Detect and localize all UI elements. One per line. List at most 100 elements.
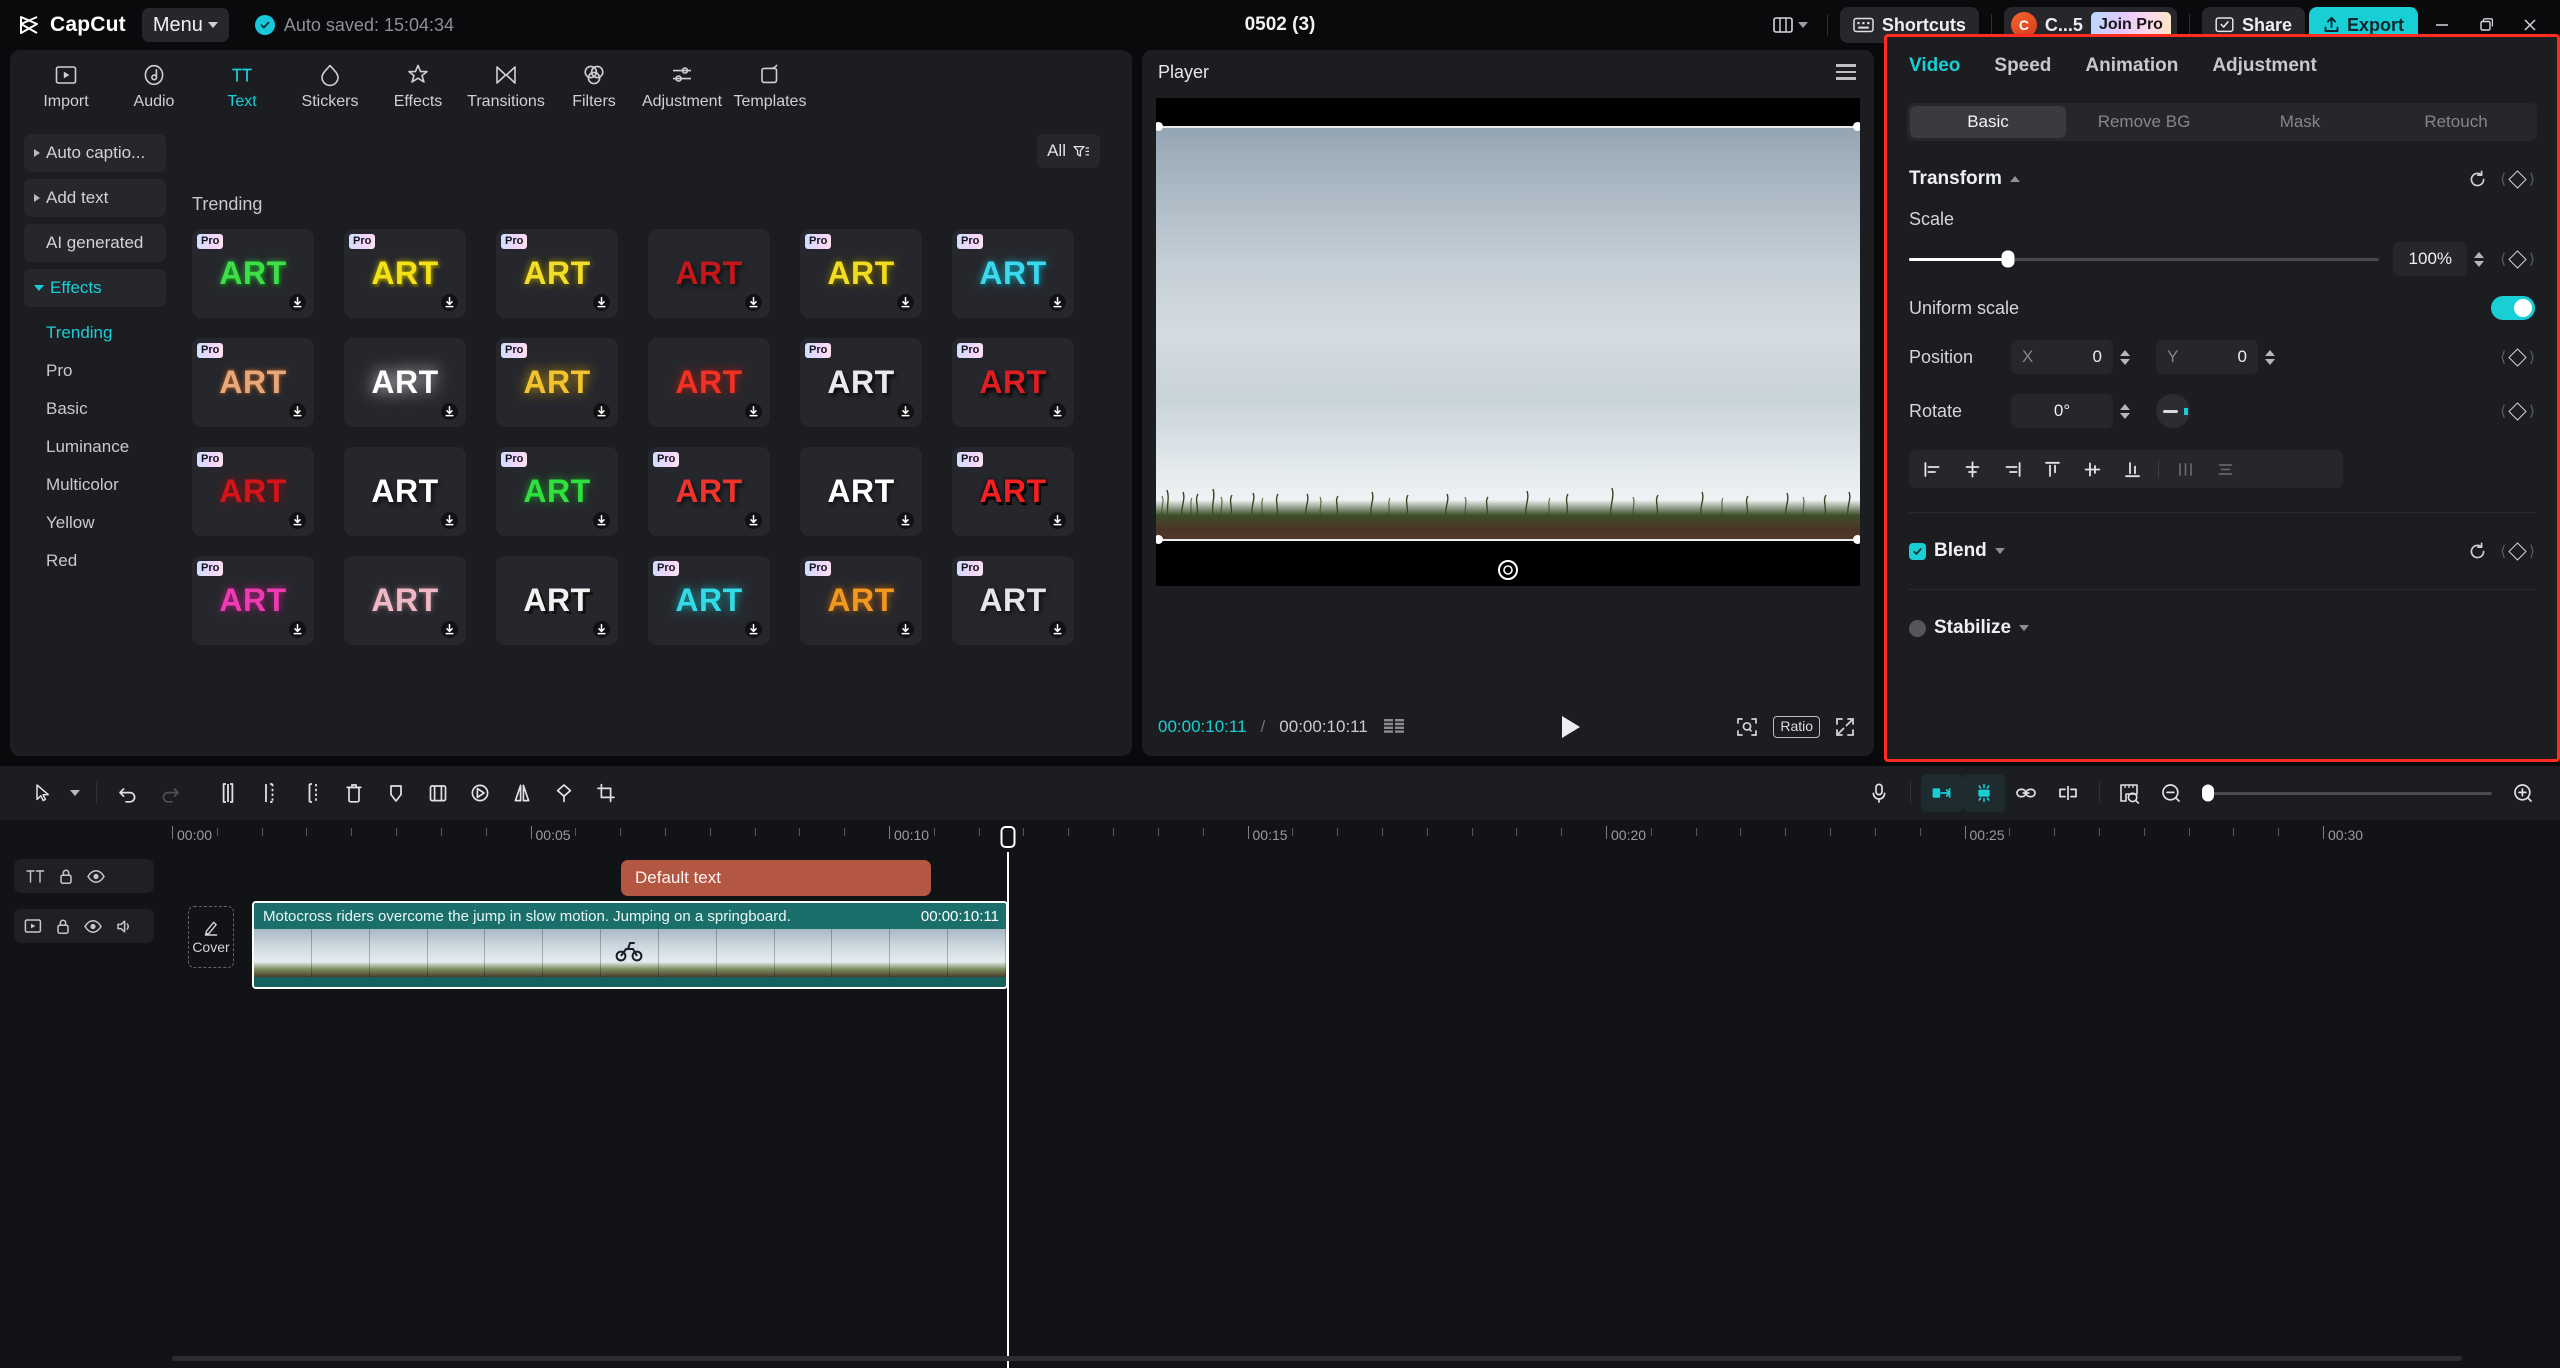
nav-tab-stickers[interactable]: Stickers — [286, 53, 374, 119]
keyframe-next-icon[interactable]: ⟩ — [2529, 402, 2535, 420]
subcategory-pro[interactable]: Pro — [24, 352, 166, 390]
text-effect-card[interactable]: ProART — [192, 447, 314, 536]
player-menu-icon[interactable] — [1836, 64, 1856, 80]
timeline-ruler[interactable]: 00:0000:0500:1000:1500:2000:2500:30 — [0, 820, 2560, 852]
nav-tab-transitions[interactable]: Transitions — [462, 53, 550, 119]
download-icon[interactable] — [593, 403, 610, 420]
blend-checkbox[interactable] — [1909, 543, 1926, 560]
text-effect-card[interactable]: ProART — [648, 556, 770, 645]
download-icon[interactable] — [593, 512, 610, 529]
subcategory-basic[interactable]: Basic — [24, 390, 166, 428]
microphone-icon[interactable] — [1858, 774, 1900, 812]
align-top-icon[interactable] — [2035, 454, 2069, 484]
download-icon[interactable] — [289, 512, 306, 529]
keyframe-prev-icon[interactable]: ⟨ — [2500, 402, 2506, 420]
stabilize-checkbox[interactable] — [1909, 620, 1926, 637]
selection-handle-top-right[interactable] — [1853, 122, 1860, 131]
nav-tab-audio[interactable]: Audio — [110, 53, 198, 119]
mirror-icon[interactable] — [417, 774, 459, 812]
download-icon[interactable] — [441, 512, 458, 529]
distribute-vertical-icon[interactable] — [2208, 454, 2242, 484]
position-x-input[interactable]: X 0 — [2011, 340, 2113, 374]
keyframe-next-icon[interactable]: ⟩ — [2529, 348, 2535, 366]
subcategory-luminance[interactable]: Luminance — [24, 428, 166, 466]
link-icon[interactable] — [2005, 774, 2047, 812]
download-icon[interactable] — [1049, 294, 1066, 311]
download-icon[interactable] — [1049, 512, 1066, 529]
scale-stepper[interactable] — [2474, 252, 2484, 267]
align-bottom-icon[interactable] — [2115, 454, 2149, 484]
text-effect-card[interactable]: ProART — [496, 338, 618, 427]
subcategory-yellow[interactable]: Yellow — [24, 504, 166, 542]
nav-tab-filters[interactable]: Filters — [550, 53, 638, 119]
position-y-input[interactable]: Y 0 — [2156, 340, 2258, 374]
text-effect-card[interactable]: ProART — [952, 447, 1074, 536]
lock-icon[interactable] — [55, 918, 71, 935]
nav-tab-text[interactable]: Text — [198, 53, 286, 119]
text-effect-card[interactable]: ART — [344, 556, 466, 645]
text-effect-card[interactable]: ART — [800, 447, 922, 536]
text-clip[interactable]: Default text — [621, 860, 931, 896]
position-x-stepper[interactable] — [2120, 350, 2130, 365]
crop-icon[interactable] — [585, 774, 627, 812]
download-icon[interactable] — [289, 294, 306, 311]
subcategory-red[interactable]: Red — [24, 542, 166, 580]
timeline-horizontal-scrollbar[interactable] — [172, 1356, 2462, 1361]
download-icon[interactable] — [1049, 621, 1066, 638]
tab-speed[interactable]: Speed — [1994, 55, 2051, 93]
redo-icon[interactable] — [149, 774, 191, 812]
ratio-button[interactable]: Ratio — [1773, 716, 1820, 737]
download-icon[interactable] — [289, 621, 306, 638]
tab-video[interactable]: Video — [1909, 55, 1960, 93]
text-effect-card[interactable]: ProART — [648, 447, 770, 536]
keyframe-next-icon[interactable]: ⟩ — [2529, 250, 2535, 268]
text-effect-card[interactable]: ProART — [192, 229, 314, 318]
download-icon[interactable] — [745, 512, 762, 529]
segment-retouch[interactable]: Retouch — [2378, 106, 2534, 138]
download-icon[interactable] — [745, 403, 762, 420]
stabilize-title-group[interactable]: Stabilize — [1909, 617, 2029, 639]
text-effect-card[interactable]: ProART — [496, 447, 618, 536]
rotate-icon[interactable] — [459, 774, 501, 812]
uniform-scale-toggle[interactable] — [2491, 296, 2535, 320]
scale-track[interactable] — [1909, 258, 2379, 261]
subcategory-multicolor[interactable]: Multicolor — [24, 466, 166, 504]
zoom-fit-icon[interactable] — [1735, 715, 1759, 739]
category-ai-generated[interactable]: AI generated — [24, 224, 166, 262]
keyframe-icon[interactable] — [2508, 250, 2526, 268]
account-name[interactable]: C...5 — [2045, 15, 2083, 36]
download-icon[interactable] — [441, 294, 458, 311]
chevron-down-icon[interactable] — [2019, 625, 2029, 631]
text-effect-card[interactable]: ProART — [800, 556, 922, 645]
align-right-icon[interactable] — [1995, 454, 2029, 484]
download-icon[interactable] — [745, 621, 762, 638]
transform-title-group[interactable]: Transform — [1909, 168, 2020, 190]
text-effect-card[interactable]: ProART — [344, 229, 466, 318]
subcategory-trending[interactable]: Trending — [24, 314, 166, 352]
fullscreen-icon[interactable] — [1834, 716, 1856, 738]
trim-left-icon[interactable] — [249, 774, 291, 812]
download-icon[interactable] — [897, 294, 914, 311]
blend-title-group[interactable]: Blend — [1909, 540, 2005, 562]
segment-remove-bg[interactable]: Remove BG — [2066, 106, 2222, 138]
download-icon[interactable] — [441, 621, 458, 638]
layout-button[interactable] — [1766, 8, 1815, 42]
current-time[interactable]: 00:00:10:11 — [1158, 717, 1247, 737]
position-y-stepper[interactable] — [2265, 350, 2275, 365]
video-clip[interactable]: Motocross riders overcome the jump in sl… — [252, 901, 1008, 989]
download-icon[interactable] — [897, 621, 914, 638]
magnetic-icon[interactable] — [1963, 774, 2005, 812]
visibility-icon[interactable] — [87, 868, 105, 885]
text-effect-card[interactable]: ART — [344, 338, 466, 427]
segment-mask[interactable]: Mask — [2222, 106, 2378, 138]
keyframe-next-icon[interactable]: ⟩ — [2529, 170, 2535, 188]
keyframe-icon[interactable] — [2508, 348, 2526, 366]
cover-button[interactable]: Cover — [188, 906, 234, 968]
rotate-handle-icon[interactable] — [1498, 560, 1518, 580]
playhead[interactable] — [1007, 852, 1009, 1368]
download-icon[interactable] — [593, 294, 610, 311]
tab-animation[interactable]: Animation — [2085, 55, 2178, 93]
text-effect-card[interactable]: ProART — [800, 229, 922, 318]
visibility-icon[interactable] — [84, 918, 102, 935]
keyframe-prev-icon[interactable]: ⟨ — [2500, 542, 2506, 560]
